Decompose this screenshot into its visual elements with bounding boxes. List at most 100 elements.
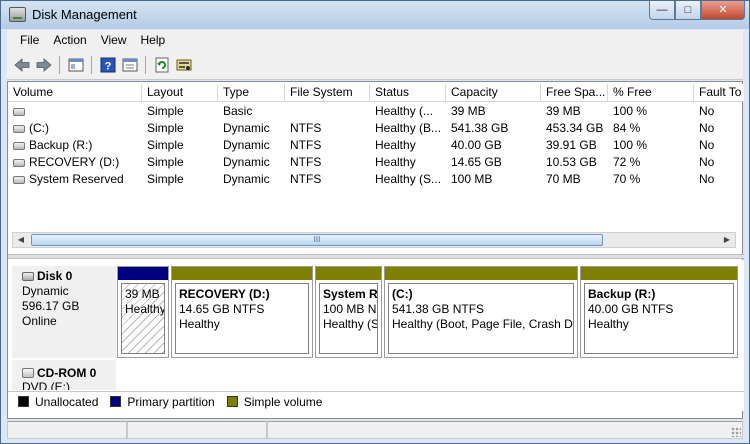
pane-splitter[interactable] <box>8 254 744 259</box>
disk-kind: Dynamic <box>22 284 69 298</box>
refresh-icon[interactable] <box>153 56 171 74</box>
partition-status: Healthy (Boot, Page File, Crash Dui <box>392 317 574 331</box>
volume-name: Backup (R:) <box>29 138 93 152</box>
main-content: Volume Layout Type File System Status Ca… <box>7 81 744 419</box>
disk-graphical-view: Disk 0 Dynamic 596.17 GB Online 39 MB He… <box>8 260 744 392</box>
column-header-free-space[interactable]: Free Spa... <box>541 84 608 102</box>
table-row[interactable]: System Reserved Simple Dynamic NTFS Heal… <box>8 171 744 188</box>
properties-icon[interactable] <box>121 56 139 74</box>
window-title: Disk Management <box>32 7 137 22</box>
toolbar-separator <box>59 56 60 74</box>
column-header-volume[interactable]: Volume <box>8 84 142 102</box>
legend-label: Unallocated <box>35 394 99 409</box>
maximize-button[interactable]: □ <box>675 1 701 20</box>
column-header-percent-free[interactable]: % Free <box>608 84 694 102</box>
volume-icon <box>13 125 25 133</box>
table-row[interactable]: RECOVERY (D:) Simple Dynamic NTFS Health… <box>8 154 744 171</box>
volume-file-system: NTFS <box>290 138 322 152</box>
volume-name: System Reserved <box>29 172 124 186</box>
volume-file-system: NTFS <box>290 121 322 135</box>
table-row[interactable]: (C:) Simple Dynamic NTFS Healthy (B... 5… <box>8 120 744 137</box>
volume-type: Dynamic <box>223 121 270 135</box>
volume-icon <box>13 142 25 150</box>
volume-file-system <box>285 103 370 120</box>
partition-status: Healthy <box>179 317 220 331</box>
partition-color-bar <box>385 267 577 280</box>
back-arrow-icon[interactable] <box>13 56 31 74</box>
toolbar-separator <box>145 56 146 74</box>
volume-layout: Simple <box>147 138 184 152</box>
partition-color-bar <box>118 267 168 280</box>
title-bar[interactable]: Disk Management — □ ✕ <box>1 1 749 29</box>
volume-status: Healthy (B... <box>375 121 442 135</box>
menu-action[interactable]: Action <box>46 33 93 47</box>
volume-fault-tolerance: No <box>699 121 715 135</box>
partition-title: RECOVERY (D:) <box>179 287 270 301</box>
volume-layout: Simple <box>147 155 184 169</box>
disk-0-label[interactable]: Disk 0 Dynamic 596.17 GB Online <box>12 266 116 358</box>
legend-swatch-unallocated <box>18 396 29 407</box>
volume-percent-free: 70 % <box>613 172 641 186</box>
cdrom-0-label[interactable]: CD-ROM 0 DVD (E:) <box>12 360 116 390</box>
horizontal-scrollbar[interactable]: ◀ III ▶ <box>12 232 736 248</box>
menu-file[interactable]: File <box>13 33 46 47</box>
column-header-type[interactable]: Type <box>218 84 285 102</box>
legend-label: Simple volume <box>243 394 323 409</box>
toolbar-separator <box>91 56 92 74</box>
volume-type: Dynamic <box>223 138 270 152</box>
legend: Unallocated Primary partition Simple vol… <box>8 391 744 411</box>
partition-title: System R <box>323 287 378 301</box>
column-header-file-system[interactable]: File System <box>285 84 370 102</box>
volume-capacity: 40.00 GB <box>451 138 502 152</box>
column-header-fault-tolerance[interactable]: Fault To <box>694 84 744 102</box>
column-header-capacity[interactable]: Capacity <box>446 84 541 102</box>
volume-status: Healthy (... <box>375 104 434 118</box>
volume-free-space: 10.53 GB <box>546 155 597 169</box>
disk-management-icon <box>9 7 26 22</box>
volume-percent-free: 84 % <box>613 121 641 135</box>
column-header-layout[interactable]: Layout <box>142 84 218 102</box>
legend-label: Primary partition <box>127 394 215 409</box>
cdrom-drive: DVD (E:) <box>22 380 70 390</box>
forward-arrow-icon[interactable] <box>35 56 53 74</box>
rescan-disks-icon[interactable] <box>175 56 193 74</box>
volume-type: Dynamic <box>223 155 270 169</box>
partition-block[interactable]: (C:) 541.38 GB NTFS Healthy (Boot, Page … <box>384 266 578 358</box>
cdrom-name: CD-ROM 0 <box>37 366 97 380</box>
table-row[interactable]: Simple Basic Healthy (... 39 MB 39 MB 10… <box>8 103 744 120</box>
volume-layout: Simple <box>147 104 184 118</box>
scroll-left-icon[interactable]: ◀ <box>13 233 29 247</box>
partition-block[interactable]: RECOVERY (D:) 14.65 GB NTFS Healthy <box>171 266 313 358</box>
column-header-status[interactable]: Status <box>370 84 446 102</box>
partition-size: 100 MB N <box>323 302 377 316</box>
partition-block[interactable]: 39 MB Healthy <box>117 266 169 358</box>
volume-layout: Simple <box>147 172 184 186</box>
resize-grip-icon[interactable] <box>731 427 741 437</box>
legend-swatch-simple <box>226 396 238 407</box>
table-row[interactable]: Backup (R:) Simple Dynamic NTFS Healthy … <box>8 137 744 154</box>
disk-state: Online <box>22 314 57 328</box>
disk-size: 596.17 GB <box>22 299 80 313</box>
volume-type: Dynamic <box>223 172 270 186</box>
menu-help[interactable]: Help <box>134 33 173 47</box>
disk-management-window: Disk Management — □ ✕ File Action View H… <box>0 0 750 444</box>
partition-color-bar <box>172 267 312 280</box>
volume-icon <box>13 159 25 167</box>
volume-fault-tolerance: No <box>699 172 715 186</box>
minimize-button[interactable]: — <box>649 1 675 20</box>
status-bar <box>7 421 743 439</box>
volume-fault-tolerance: No <box>699 138 715 152</box>
help-icon[interactable]: ? <box>99 56 117 74</box>
partition-size: 541.38 GB NTFS <box>392 302 485 316</box>
console-tree-icon[interactable] <box>67 56 85 74</box>
scroll-right-icon[interactable]: ▶ <box>719 233 735 247</box>
partition-size: 14.65 GB NTFS <box>179 302 265 316</box>
scrollbar-thumb[interactable]: III <box>31 234 603 246</box>
volume-percent-free: 72 % <box>613 155 641 169</box>
partition-block[interactable]: System R 100 MB N Healthy (S <box>315 266 382 358</box>
volume-capacity: 541.38 GB <box>451 121 509 135</box>
partition-size: 39 MB <box>125 287 160 301</box>
menu-view[interactable]: View <box>94 33 134 47</box>
partition-block[interactable]: Backup (R:) 40.00 GB NTFS Healthy <box>580 266 738 358</box>
close-button[interactable]: ✕ <box>701 1 745 20</box>
